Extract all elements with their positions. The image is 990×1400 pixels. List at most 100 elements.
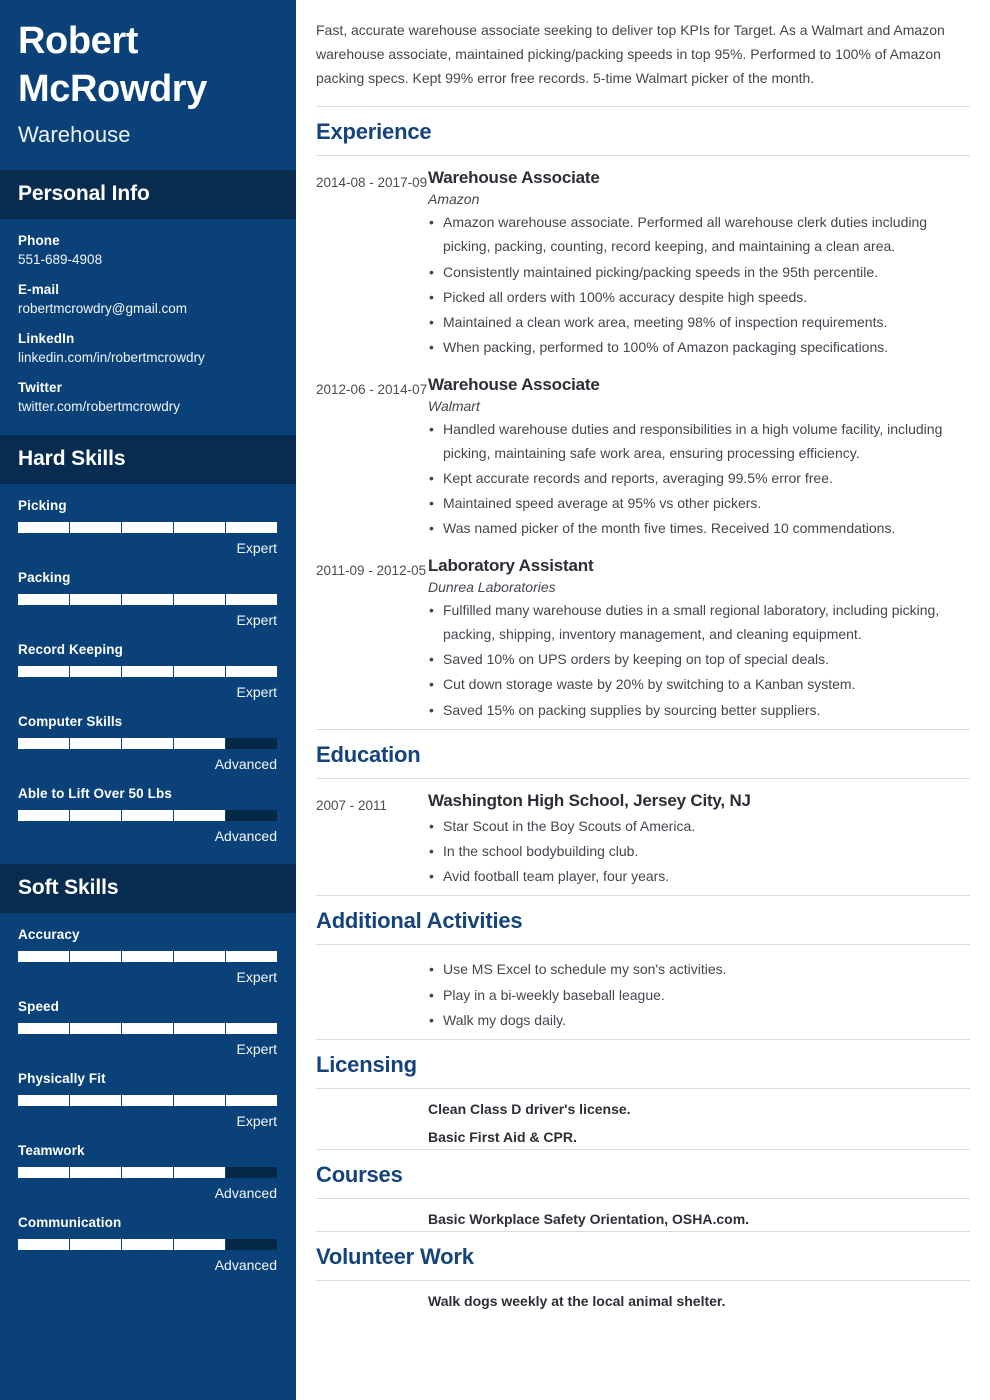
skill-level-label: Expert <box>236 611 277 628</box>
entry-bullet: Walk my dogs daily. <box>428 1008 970 1032</box>
skill-level-label: Expert <box>236 683 277 700</box>
skill-name: Physically Fit <box>18 1070 106 1086</box>
entry-bullet: Fulfilled many warehouse duties in a sma… <box>428 598 970 646</box>
skill-item: Physically Fit Expert <box>18 1071 278 1129</box>
skill-item: Able to Lift Over 50 Lbs Advanced <box>18 786 278 844</box>
skill-bar-segment <box>174 665 226 677</box>
skill-bar-segment <box>70 1094 122 1106</box>
additional-activities-entries: Use MS Excel to schedule my son's activi… <box>316 945 970 1033</box>
entry-bullet: In the school bodybuilding club. <box>428 839 970 863</box>
skill-level-label: Advanced <box>214 755 277 772</box>
entry-text: Walk dogs weekly at the local animal she… <box>428 1293 726 1310</box>
professional-summary: Fast, accurate warehouse associate seeki… <box>316 22 945 87</box>
entry-organization: Dunrea Laboratories <box>428 578 556 595</box>
courses-heading: Courses <box>316 1162 403 1188</box>
entry-bullet-list: Use MS Excel to schedule my son's activi… <box>428 957 970 1032</box>
skill-bar-segment <box>174 1166 226 1178</box>
resume-entry: Use MS Excel to schedule my son's activi… <box>316 957 970 1033</box>
personal-info-heading: Personal Info <box>18 181 150 205</box>
skill-bar-segment <box>70 665 122 677</box>
personal-info-list: Phone 551-689-4908 E-mail robertmcrowdry@gm… <box>0 219 296 435</box>
skill-bar-segment <box>122 1166 174 1178</box>
education-heading: Education <box>316 741 421 767</box>
skill-bar-segment <box>174 737 226 749</box>
skill-bar-segment <box>174 1094 226 1106</box>
entry-bullet: When packing, performed to 100% of Amazo… <box>428 335 970 359</box>
skill-level-bar <box>18 809 277 821</box>
entry-bullet: Consistently maintained picking/packing … <box>428 260 970 284</box>
entry-bullet: Amazon warehouse associate. Performed al… <box>428 210 970 258</box>
skill-bar-segment <box>70 593 122 605</box>
skill-level-label: Advanced <box>214 827 277 844</box>
contact-label: Twitter <box>18 379 62 395</box>
entry-bullet: Saved 10% on UPS orders by keeping on to… <box>428 647 970 671</box>
entry-dates: 2014-08 - 2017-09 <box>316 175 428 191</box>
skill-level-bar <box>18 737 277 749</box>
skill-bar-segment <box>18 593 70 605</box>
skill-name: Teamwork <box>18 1142 85 1158</box>
entry-text: Basic Workplace Safety Orientation, OSHA… <box>428 1211 750 1228</box>
entry-dates-spacer <box>316 1129 428 1145</box>
skill-level-label: Expert <box>236 1040 277 1057</box>
identity-block: Robert McRowdry Warehouse <box>0 0 296 170</box>
skill-bar-segment <box>226 1094 277 1106</box>
entry-bullet-list: Star Scout in the Boy Scouts of America.… <box>428 814 970 889</box>
skill-level-bar <box>18 1022 277 1034</box>
volunteer-work-entries: Walk dogs weekly at the local animal she… <box>316 1281 970 1309</box>
entry-bullet: Maintained a clean work area, meeting 98… <box>428 310 970 334</box>
skill-level-bar <box>18 665 277 677</box>
contact-label: Phone <box>18 232 60 248</box>
entry-dates-spacer <box>316 1101 428 1117</box>
experience-heading: Experience <box>316 119 432 145</box>
soft-skills-list: Accuracy Expert Speed Expert Physically Fit E… <box>0 913 296 1293</box>
entry-organization: Walmart <box>428 397 480 414</box>
entry-role: Laboratory Assistant <box>428 555 594 575</box>
entry-body: Laboratory Assistant Dunrea Laboratories F… <box>428 556 970 723</box>
contact-label: LinkedIn <box>18 330 75 346</box>
resume-entry: 2011-09 - 2012-05 Laboratory Assistant Dun… <box>316 556 970 723</box>
skill-bar-segment <box>18 1022 70 1034</box>
entry-dates-spacer <box>316 1211 428 1227</box>
entry-bullet: Kept accurate records and reports, avera… <box>428 466 970 490</box>
skill-bar-segment <box>122 1022 174 1034</box>
entry-bullet: Handled warehouse duties and responsibil… <box>428 417 970 465</box>
skill-level-bar <box>18 1238 277 1250</box>
skill-bar-segment <box>174 1022 226 1034</box>
skill-bar-segment <box>122 809 174 821</box>
skill-bar-segment <box>174 521 226 533</box>
entry-bullet: Use MS Excel to schedule my son's activi… <box>428 957 970 981</box>
skill-name: Communication <box>18 1214 122 1230</box>
entry-dates: 2007 - 2011 <box>316 797 388 813</box>
skill-item: Communication Advanced <box>18 1215 278 1273</box>
contact-item: LinkedIn linkedin.com/in/robertmcrowdry <box>18 331 278 365</box>
skill-level-label: Expert <box>236 539 277 556</box>
contact-item: Twitter twitter.com/robertmcrowdry <box>18 380 278 414</box>
skill-bar-segment <box>226 593 277 605</box>
entry-bullet-list: Handled warehouse duties and responsibil… <box>428 417 970 541</box>
skill-bar-segment <box>174 593 226 605</box>
skill-bar-segment <box>122 521 174 533</box>
hard-skills-header: Hard Skills <box>0 434 296 484</box>
skill-item: Accuracy Expert <box>18 927 278 985</box>
skill-item: Record Keeping Expert <box>18 642 278 700</box>
skill-bar-segment <box>122 1094 174 1106</box>
entry-bullet: Was named picker of the month five times… <box>428 516 970 540</box>
skill-bar-segment <box>226 665 277 677</box>
skill-name: Record Keeping <box>18 641 123 657</box>
skill-bar-segment <box>226 950 277 962</box>
contact-value: linkedin.com/in/robertmcrowdry <box>18 349 205 365</box>
section-courses: Courses Basic Workplace Safety Orientati… <box>316 1147 970 1227</box>
skill-name: Computer Skills <box>18 713 123 729</box>
resume-entry: Walk dogs weekly at the local animal she… <box>316 1293 970 1309</box>
candidate-job-title: Warehouse <box>18 121 131 147</box>
skill-level-label: Advanced <box>214 1256 277 1273</box>
skill-bar-segment <box>18 1166 70 1178</box>
experience-entries: 2014-08 - 2017-09 Warehouse Associate Amaz… <box>316 156 970 723</box>
section-education: Education 2007 - 2011 Washington High Sch… <box>316 727 970 890</box>
contact-item: Phone 551-689-4908 <box>18 233 278 267</box>
skill-bar-segment <box>70 737 122 749</box>
skill-item: Picking Expert <box>18 498 278 556</box>
skill-bar-segment <box>70 1022 122 1034</box>
skill-level-bar <box>18 593 277 605</box>
entry-dates: 2011-09 - 2012-05 <box>316 562 427 578</box>
